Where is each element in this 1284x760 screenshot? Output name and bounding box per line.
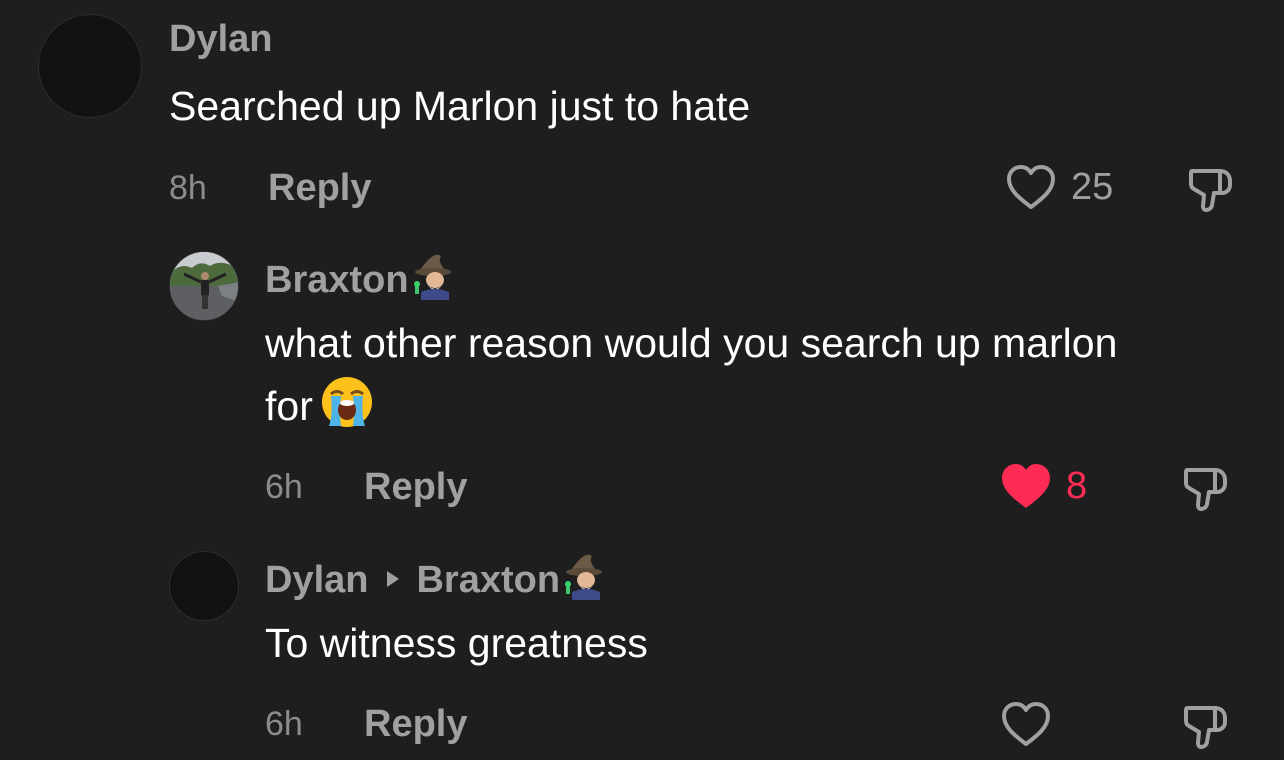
mage-icon — [562, 552, 606, 600]
heart-icon[interactable] — [1000, 700, 1052, 748]
comment-text: To witness greatness — [265, 620, 648, 666]
comment-timestamp: 6h — [265, 705, 303, 743]
thumbs-down-icon[interactable] — [1181, 700, 1233, 752]
comment-username[interactable]: Dylan — [265, 559, 368, 601]
avatar[interactable] — [169, 551, 239, 621]
comment-thread: Dylan Searched up Marlon just to hate 8h… — [0, 0, 1284, 760]
reply-to-username[interactable]: Braxton — [416, 559, 560, 601]
reply-button[interactable]: Reply — [364, 702, 467, 746]
comment-dylan-reply: Dylan Braxton To witness greatness 6h Re… — [0, 0, 1284, 760]
caret-right-icon — [386, 553, 400, 599]
comment-username-line: Dylan Braxton — [265, 552, 606, 603]
